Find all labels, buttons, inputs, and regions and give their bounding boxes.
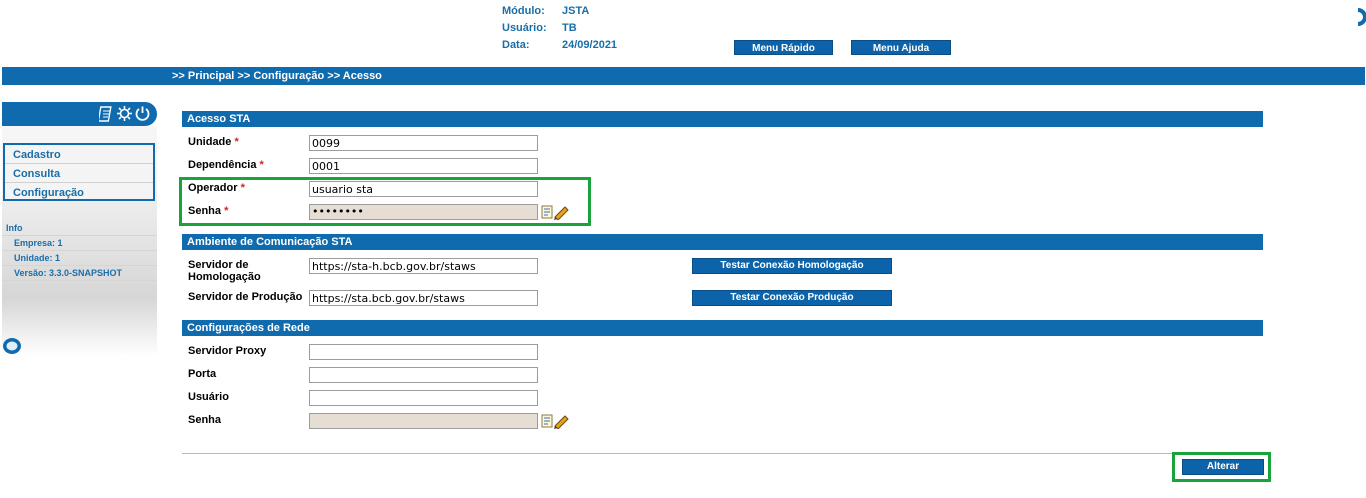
section-acesso-title: Acesso STA [182, 111, 1263, 127]
unidade-input[interactable] [309, 135, 538, 151]
proxy-input[interactable] [309, 344, 538, 360]
modulo-label: Módulo: [502, 5, 545, 17]
sidebar-divider [2, 250, 157, 251]
proxy-label: Servidor Proxy [188, 345, 267, 357]
rede-senha-input[interactable] [309, 413, 538, 429]
sidebar-separator [5, 182, 153, 183]
porta-input[interactable] [309, 367, 538, 383]
usuario-label: Usuário: [502, 22, 547, 34]
section-ambiente-title: Ambiente de Comunicação STA [182, 234, 1263, 250]
producao-input[interactable] [309, 290, 538, 306]
modulo-value: JSTA [562, 5, 590, 17]
producao-label: Servidor de Produção [188, 291, 303, 303]
testar-homologacao-button[interactable]: Testar Conexão Homologação [692, 258, 892, 274]
highlight-operador-senha [179, 177, 591, 226]
sidebar-item-configuracao[interactable]: Configuração [13, 187, 84, 199]
usuario-value: TB [562, 22, 577, 34]
sidebar-nav: Cadastro Consulta Configuração [3, 143, 155, 201]
data-label: Data: [502, 39, 530, 51]
info-unidade: Unidade: 1 [14, 253, 61, 263]
sidebar-separator [5, 163, 153, 164]
edit-password-icon[interactable] [541, 413, 569, 430]
breadcrumb: >> Principal >> Configuração >> Acesso [172, 70, 382, 82]
unidade-label: Unidade * [188, 136, 239, 148]
data-value: 24/09/2021 [562, 39, 618, 51]
info-title: Info [6, 223, 23, 233]
sidebar-item-consulta[interactable]: Consulta [13, 168, 60, 180]
rede-senha-label: Senha [188, 414, 222, 426]
dependencia-label: Dependência * [188, 159, 264, 171]
rede-usuario-label: Usuário [188, 391, 229, 403]
sidebar-divider [2, 280, 157, 281]
menu-ajuda-button[interactable]: Menu Ajuda [851, 40, 951, 55]
calculator-icon[interactable] [97, 106, 113, 122]
logo-icon [1356, 8, 1366, 26]
info-empresa: Empresa: 1 [14, 238, 63, 248]
menu-rapido-button[interactable]: Menu Rápido [734, 40, 833, 55]
testar-producao-button[interactable]: Testar Conexão Produção [692, 290, 892, 306]
form-divider [182, 453, 1263, 454]
section-rede-title: Configurações de Rede [182, 320, 1263, 336]
homologacao-input[interactable] [309, 258, 538, 274]
sidebar-divider [2, 235, 157, 236]
power-icon[interactable] [134, 105, 151, 122]
dependencia-input[interactable] [309, 158, 538, 174]
highlight-alterar [1172, 452, 1271, 482]
sidebar-toggle-icon[interactable] [2, 337, 22, 355]
info-versao: Versão: 3.3.0-SNAPSHOT [14, 268, 123, 278]
rede-usuario-input[interactable] [309, 390, 538, 406]
sidebar-divider [2, 265, 157, 266]
sidebar-item-cadastro[interactable]: Cadastro [13, 149, 61, 161]
porta-label: Porta [188, 368, 217, 380]
homologacao-label: Servidor de Homologação [188, 259, 261, 283]
gear-icon[interactable] [116, 105, 133, 122]
